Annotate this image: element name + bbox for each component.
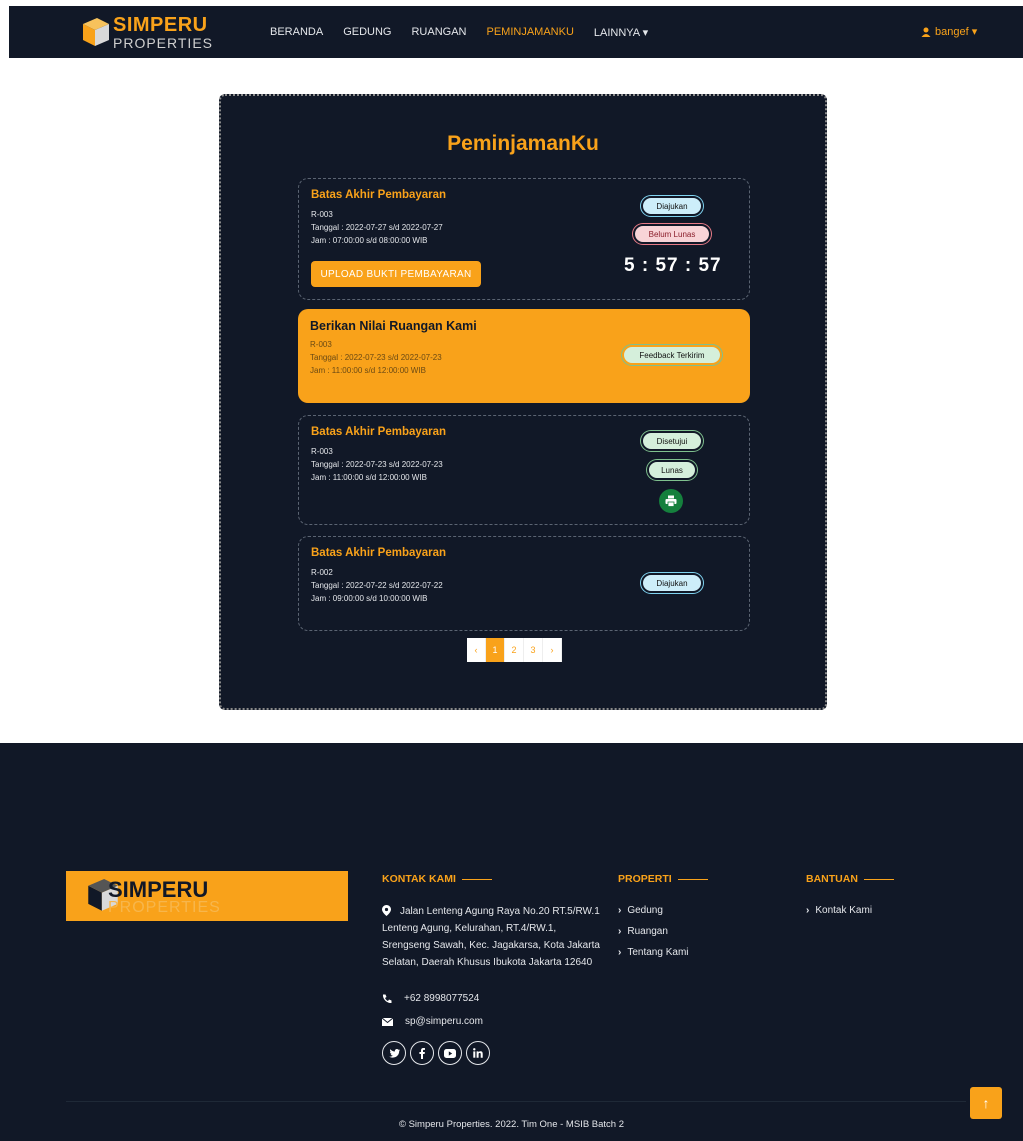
bantuan-heading-text: BANTUAN <box>806 873 858 885</box>
brand-line1: SIMPERU <box>113 14 208 36</box>
item-time: Jam : 11:00:00 s/d 12:00:00 WIB <box>311 473 427 482</box>
payment-badge: Belum Lunas <box>633 224 711 244</box>
print-button[interactable] <box>659 489 683 513</box>
item-time: Jam : 09:00:00 s/d 10:00:00 WIB <box>311 594 428 603</box>
item-room: R-003 <box>311 447 333 456</box>
item-room: R-003 <box>310 340 332 349</box>
phone-icon <box>382 994 392 1003</box>
booking-item: Batas Akhir Pembayaran R-002 Tanggal : 2… <box>298 536 750 631</box>
item-date: Tanggal : 2022-07-23 s/d 2022-07-23 <box>310 353 442 362</box>
footer-logo[interactable]: SIMPERU PROPERTIES <box>66 871 348 921</box>
booking-item: Batas Akhir Pembayaran R-003 Tanggal : 2… <box>298 415 750 525</box>
countdown-timer: 5 : 57 : 57 <box>624 255 722 276</box>
status-badge: Diajukan <box>641 573 703 593</box>
page-prev[interactable]: ‹ <box>467 638 486 662</box>
footer-link-label: Kontak Kami <box>815 905 873 916</box>
footer-link-tentang-kami[interactable]: › Tentang Kami <box>618 942 689 963</box>
page-next[interactable]: › <box>543 638 562 662</box>
kontak-heading-text: KONTAK KAMI <box>382 873 456 885</box>
brand-line2: PROPERTIES <box>113 35 213 51</box>
footer-link-label: Gedung <box>627 905 663 916</box>
footer-link-ruangan[interactable]: › Ruangan <box>618 921 689 942</box>
navbar: SIMPERU PROPERTIES BERANDA GEDUNG RUANGA… <box>9 6 1023 58</box>
footer: SIMPERU PROPERTIES KONTAK KAMI Jalan Len… <box>0 743 1023 1141</box>
chevron-right-icon: › <box>806 905 810 916</box>
footer-link-gedung[interactable]: › Gedung <box>618 900 689 921</box>
status-badge: Diajukan <box>641 196 703 216</box>
item-room: R-003 <box>311 210 333 219</box>
print-icon <box>665 495 677 507</box>
footer-link-kontak-kami[interactable]: › Kontak Kami <box>806 900 872 921</box>
chevron-right-icon: › <box>618 926 622 937</box>
item-title: Berikan Nilai Ruangan Kami <box>310 319 477 333</box>
address-text: Jalan Lenteng Agung Raya No.20 RT.5/RW.1… <box>382 906 600 968</box>
back-to-top-button[interactable]: ↑ <box>970 1087 1002 1119</box>
user-menu[interactable]: bangef ▾ <box>921 25 977 38</box>
nav-links: BERANDA GEDUNG RUANGAN PEMINJAMANKU LAIN… <box>270 26 648 39</box>
item-room: R-002 <box>311 568 333 577</box>
item-time: Jam : 07:00:00 s/d 08:00:00 WIB <box>311 236 428 245</box>
social-links <box>382 1041 490 1065</box>
upload-payment-button[interactable]: UPLOAD BUKTI PEMBAYARAN <box>311 261 481 287</box>
page-1[interactable]: 1 <box>486 638 505 662</box>
heading-rule <box>461 878 492 880</box>
nav-peminjamanku[interactable]: PEMINJAMANKU <box>486 26 573 39</box>
phone-text: +62 8998077524 <box>404 993 480 1004</box>
chevron-right-icon: › <box>618 905 622 916</box>
nav-lainnya[interactable]: LAINNYA ▾ <box>594 26 648 39</box>
chevron-right-icon: › <box>618 947 622 958</box>
arrow-up-icon: ↑ <box>982 1095 990 1111</box>
page-title: PeminjamanKu <box>447 132 599 155</box>
heading-rule <box>677 878 708 880</box>
nav-beranda[interactable]: BERANDA <box>270 26 323 39</box>
pagination: ‹ 1 2 3 › <box>467 638 562 662</box>
feedback-badge: Feedback Terkirim <box>622 345 722 365</box>
payment-badge: Lunas <box>647 460 697 480</box>
kontak-heading: KONTAK KAMI <box>382 873 492 885</box>
footer-email: sp@simperu.com <box>382 1016 483 1027</box>
brand-logo[interactable]: SIMPERU PROPERTIES <box>81 14 221 52</box>
page-3[interactable]: 3 <box>524 638 543 662</box>
user-icon <box>921 27 931 37</box>
properti-list: › Gedung › Ruangan › Tentang Kami <box>618 900 689 963</box>
envelope-icon <box>382 1017 393 1026</box>
user-name: bangef ▾ <box>935 26 978 38</box>
logo-mark-icon <box>83 18 109 46</box>
footer-address: Jalan Lenteng Agung Raya No.20 RT.5/RW.1… <box>382 903 602 971</box>
booking-item: Batas Akhir Pembayaran R-003 Tanggal : 2… <box>298 178 750 300</box>
footer-link-label: Ruangan <box>627 926 668 937</box>
status-badge: Disetujui <box>641 431 703 451</box>
nav-gedung[interactable]: GEDUNG <box>343 26 391 39</box>
properti-heading: PROPERTI <box>618 873 708 885</box>
feedback-item: Berikan Nilai Ruangan Kami R-003 Tanggal… <box>298 309 750 403</box>
peminjaman-card: PeminjamanKu Batas Akhir Pembayaran R-00… <box>219 94 827 710</box>
linkedin-icon[interactable] <box>466 1041 490 1065</box>
item-date: Tanggal : 2022-07-27 s/d 2022-07-27 <box>311 223 443 232</box>
item-title: Batas Akhir Pembayaran <box>311 189 447 201</box>
footer-divider <box>66 1101 966 1102</box>
item-title: Batas Akhir Pembayaran <box>311 547 447 559</box>
item-date: Tanggal : 2022-07-22 s/d 2022-07-22 <box>311 581 443 590</box>
footer-brand-line2: PROPERTIES <box>108 899 221 916</box>
email-text[interactable]: sp@simperu.com <box>405 1016 483 1027</box>
nav-ruangan[interactable]: RUANGAN <box>411 26 466 39</box>
properti-heading-text: PROPERTI <box>618 873 672 885</box>
footer-link-label: Tentang Kami <box>627 947 689 958</box>
page-2[interactable]: 2 <box>505 638 524 662</box>
twitter-icon[interactable] <box>382 1041 406 1065</box>
youtube-icon[interactable] <box>438 1041 462 1065</box>
facebook-icon[interactable] <box>410 1041 434 1065</box>
item-date: Tanggal : 2022-07-23 s/d 2022-07-23 <box>311 460 443 469</box>
item-title: Batas Akhir Pembayaran <box>311 426 447 438</box>
bantuan-list: › Kontak Kami <box>806 900 872 921</box>
bantuan-heading: BANTUAN <box>806 873 894 885</box>
item-time: Jam : 11:00:00 s/d 12:00:00 WIB <box>310 366 426 375</box>
copyright: © Simperu Properties. 2022. Tim One - MS… <box>398 1119 625 1130</box>
heading-rule <box>863 878 894 880</box>
footer-phone: +62 8998077524 <box>382 993 479 1004</box>
